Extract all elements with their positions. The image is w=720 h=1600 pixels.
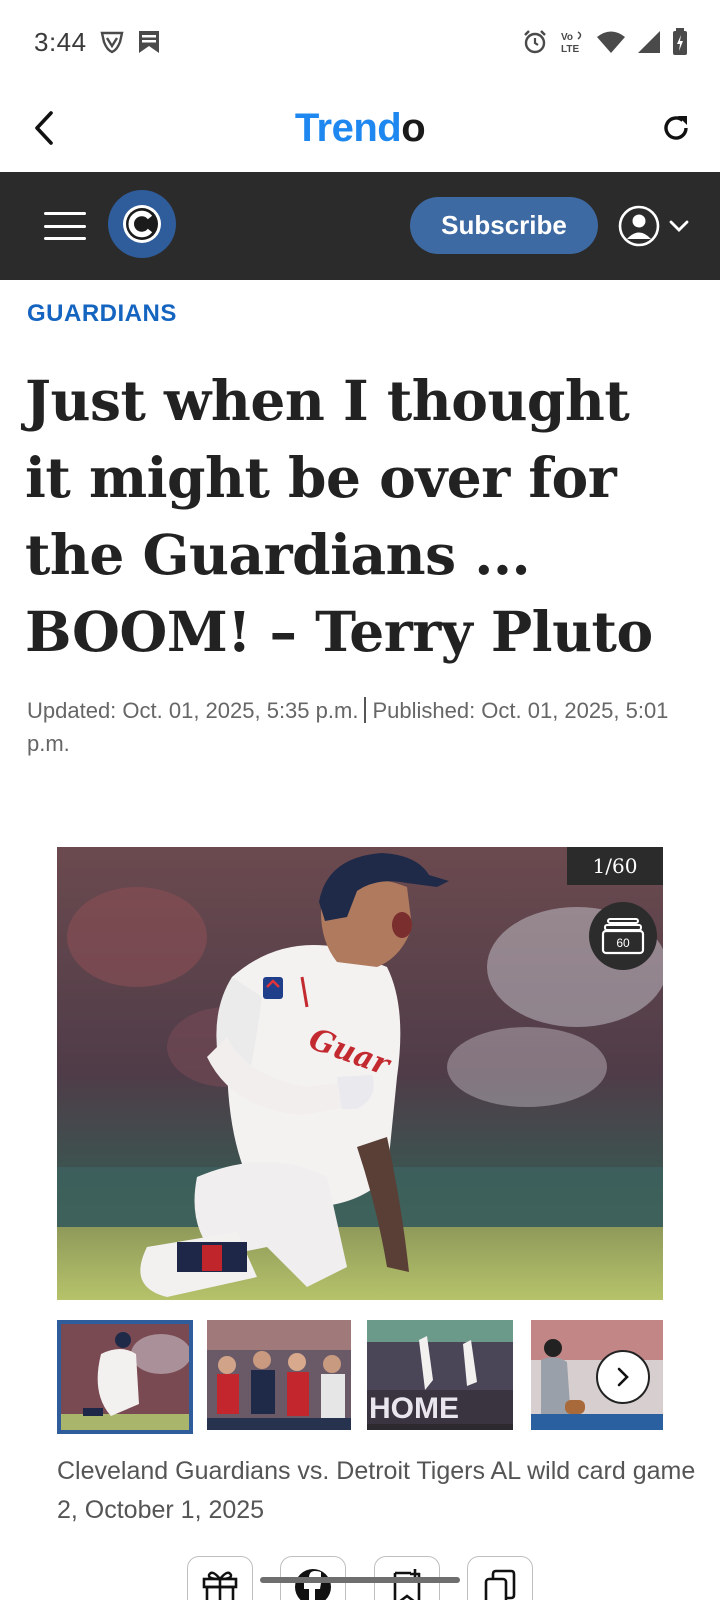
- status-time: 3:44: [34, 26, 87, 57]
- thumbnail-image: [61, 1324, 189, 1430]
- gallery-main-photo[interactable]: Guar 1/60 60: [57, 847, 663, 1300]
- bookmark-icon: [393, 1569, 421, 1600]
- app-title-main: Trend: [294, 105, 402, 150]
- article-category-link[interactable]: GUARDIANS: [27, 300, 177, 328]
- status-left: 3:44: [34, 27, 161, 58]
- thumbnail-image: [207, 1320, 351, 1430]
- thumbnail-home-text: HOME: [369, 1392, 459, 1425]
- user-circle-icon: [618, 205, 660, 247]
- vpn-shield-icon: [99, 29, 125, 55]
- menu-line: [44, 237, 86, 240]
- gallery-grid-button[interactable]: 60: [589, 902, 657, 970]
- battery-icon: [672, 28, 688, 56]
- gift-article-button[interactable]: [187, 1556, 253, 1600]
- baseball-player-photo: Guar: [57, 847, 663, 1300]
- article-headline: Just when I thought it might be over for…: [25, 368, 653, 664]
- volte-icon: Vo LTE: [558, 29, 586, 55]
- news-app-notification-icon: [137, 29, 161, 55]
- thumbnail-2[interactable]: [207, 1320, 351, 1434]
- reload-icon: [664, 116, 688, 140]
- thumbnail-image: HOME: [367, 1320, 513, 1430]
- site-logo[interactable]: [108, 190, 176, 258]
- site-nav-bar: Subscribe: [0, 172, 720, 280]
- date-separator: [364, 697, 367, 723]
- gallery-thumbnails: HOME: [57, 1318, 663, 1436]
- hamburger-menu-icon: [44, 212, 86, 215]
- logo-c-icon: [123, 205, 161, 243]
- cell-signal-icon: [636, 30, 662, 54]
- status-bar: 3:44 Vo LTE: [0, 0, 720, 84]
- menu-line: [44, 224, 86, 228]
- thumbnail-1[interactable]: [57, 1320, 193, 1434]
- photo-count: 60: [616, 936, 630, 950]
- svg-text:LTE: LTE: [561, 44, 579, 55]
- facebook-icon: [295, 1569, 331, 1600]
- home-indicator[interactable]: [260, 1577, 460, 1583]
- chevron-left-icon: [35, 111, 53, 145]
- chevron-right-icon: [617, 1367, 629, 1387]
- thumbnail-3[interactable]: HOME: [367, 1320, 513, 1434]
- updated-date: Updated: Oct. 01, 2025, 5:35 p.m.: [27, 698, 359, 723]
- app-title-end: o: [401, 105, 426, 150]
- back-button[interactable]: [20, 104, 68, 152]
- photo-caption: Cleveland Guardians vs. Detroit Tigers A…: [57, 1457, 696, 1524]
- reload-button[interactable]: [652, 104, 700, 152]
- stack-icon: 60: [601, 918, 645, 955]
- alarm-icon: [522, 29, 548, 55]
- article-dates: Updated: Oct. 01, 2025, 5:35 p.m. Publish…: [27, 694, 707, 760]
- gift-icon: [202, 1571, 238, 1600]
- chevron-down-icon: [669, 220, 689, 232]
- app-title: Trendo: [294, 105, 426, 151]
- thumbnails-next-button[interactable]: [596, 1350, 650, 1404]
- copy-link-button[interactable]: [467, 1556, 533, 1600]
- wifi-icon: [596, 30, 626, 54]
- app-header: Trendo: [0, 84, 720, 172]
- status-right: Vo LTE: [522, 28, 688, 56]
- account-menu-button[interactable]: [618, 202, 710, 250]
- menu-button[interactable]: [42, 206, 88, 246]
- subscribe-button[interactable]: Subscribe: [410, 197, 598, 254]
- svg-text:Vo: Vo: [561, 32, 573, 43]
- copy-icon: [484, 1569, 516, 1600]
- gallery-counter: 1/60: [567, 847, 663, 885]
